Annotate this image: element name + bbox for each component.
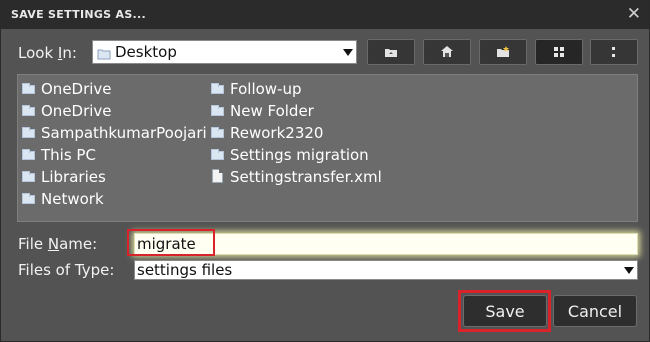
chevron-down-icon[interactable] [624,267,634,274]
list-item[interactable]: Libraries [22,167,106,187]
document-icon [211,169,225,183]
file-name-input[interactable] [135,234,637,254]
list-item[interactable]: Follow-up [211,79,302,99]
details-view-icon [611,43,617,62]
list-item-label: New Folder [230,102,314,120]
files-of-type-dropdown[interactable]: settings files [134,260,638,280]
list-item[interactable]: Network [22,189,104,209]
new-folder-icon [496,43,510,62]
list-item-label: Rework2320 [230,124,324,142]
list-item-label: OneDrive [41,102,112,120]
file-name-label-suffix: ame: [59,235,98,253]
list-item[interactable]: New Folder [211,101,314,121]
files-of-type-label: Files of Type: [18,261,115,279]
up-folder-icon [384,43,398,62]
file-name-field[interactable] [134,233,638,255]
folder-icon [211,127,225,139]
list-item[interactable]: OneDrive [22,101,112,121]
list-item-label: Follow-up [230,80,302,98]
folder-icon [211,83,225,95]
folder-icon [211,149,225,161]
up-one-level-button[interactable] [367,39,415,65]
file-name-label-text: File [18,235,48,253]
save-settings-dialog: SAVE SETTINGS AS... ✕ Look In: Desktop O… [0,0,650,342]
list-item-label: Settings migration [230,146,369,164]
list-item[interactable]: Rework2320 [211,123,323,143]
file-name-label: File Name: [18,235,97,253]
list-view-button[interactable] [535,39,583,65]
folder-icon [22,171,36,183]
look-in-label-suffix: n: [62,44,77,62]
dialog-titlebar: SAVE SETTINGS AS... ✕ [1,1,649,29]
look-in-label-text: Look [18,44,58,62]
folder-icon [22,83,36,95]
save-button[interactable]: Save [463,295,547,327]
details-view-button[interactable] [590,39,638,65]
list-item-label: Settingstransfer.xml [230,168,382,186]
folder-icon [22,193,36,205]
list-item-label: OneDrive [41,80,112,98]
list-item-label: SampathkumarPoojari [41,124,207,142]
list-item-label: Network [41,190,104,208]
files-of-type-value: settings files [137,261,233,279]
home-icon [440,43,454,62]
list-item[interactable]: Settings migration [211,145,369,165]
list-item[interactable]: Settingstransfer.xml [211,167,382,187]
file-list[interactable]: OneDrive OneDrive SampathkumarPoojari Th… [17,74,638,222]
dialog-title: SAVE SETTINGS AS... [11,8,146,21]
list-item[interactable]: SampathkumarPoojari [22,123,207,143]
folder-icon [97,46,111,64]
home-button[interactable] [423,39,471,65]
folder-icon [211,105,225,117]
folder-icon [22,149,36,161]
folder-icon [22,105,36,117]
list-item[interactable]: OneDrive [22,79,112,99]
close-icon[interactable]: ✕ [627,4,641,24]
list-view-icon [553,43,565,62]
look-in-value: Desktop [115,43,177,61]
look-in-label: Look In: [18,44,77,62]
cancel-button[interactable]: Cancel [553,295,637,327]
file-name-label-accelerator: N [47,235,60,253]
list-item-label: Libraries [41,168,106,186]
list-item[interactable]: This PC [22,145,96,165]
new-folder-button[interactable] [479,39,527,65]
look-in-dropdown[interactable]: Desktop [92,40,357,64]
list-item-label: This PC [41,146,96,164]
chevron-down-icon[interactable] [343,49,353,56]
folder-icon [22,127,36,139]
